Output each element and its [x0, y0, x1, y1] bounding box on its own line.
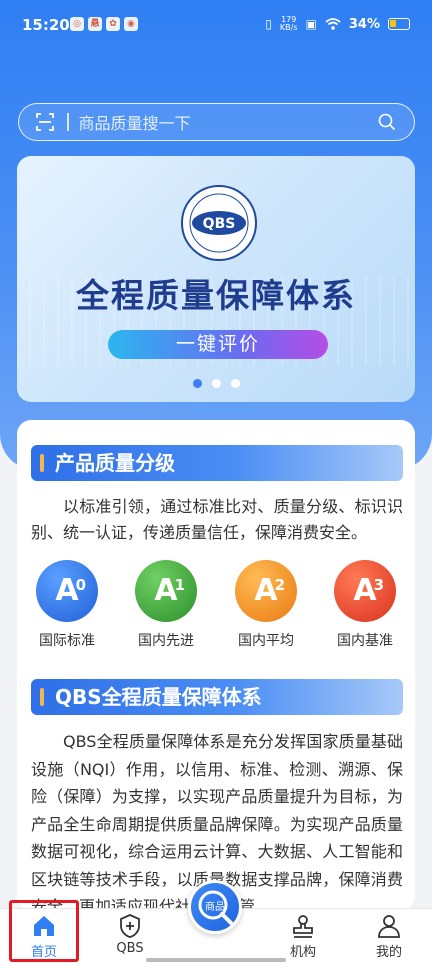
- grade-label: 国内先进: [138, 633, 194, 649]
- nav-institution[interactable]: 机构: [273, 913, 333, 960]
- carousel-dot[interactable]: [192, 379, 202, 388]
- carousel-dots: [17, 379, 415, 388]
- app-notification-icon: ✿: [106, 17, 120, 31]
- home-highlight-outline: [9, 900, 79, 962]
- grade-badge: A0: [36, 560, 98, 622]
- sim-icon: ▣: [305, 17, 317, 31]
- carousel-dot[interactable]: [211, 379, 221, 388]
- status-bar: 15:20 ◎ 悬 ✿ ◉ ▯ 179 KB/s ▣ 34%: [0, 0, 432, 52]
- search-input[interactable]: 商品质量搜一下: [79, 110, 379, 134]
- search-icon[interactable]: [378, 113, 396, 131]
- carousel-dot[interactable]: [230, 379, 240, 388]
- rate-button[interactable]: 一键评价: [108, 330, 328, 359]
- grade-label: 国际标准: [39, 633, 95, 649]
- nav-mine[interactable]: 我的: [359, 913, 419, 960]
- grade-badge: A3: [334, 560, 396, 622]
- section-title-grading: 产品质量分级: [31, 445, 403, 481]
- qbs-logo-text: QBS: [203, 216, 236, 232]
- weibo-icon: ◉: [124, 17, 138, 31]
- grade-list: A0 国际标准 A1 国内先进 A2 国内平均 A3 国内基准: [17, 560, 415, 650]
- content-card: 产品质量分级 以标准引领，通过标准比对、质量分级、标识识别、统一认证，传递质量信…: [17, 420, 415, 910]
- grade-a2[interactable]: A2 国内平均: [226, 560, 306, 650]
- person-icon: [378, 915, 400, 938]
- vibrate-icon: ▯: [265, 17, 272, 31]
- search-divider: [67, 113, 69, 131]
- section-title-qbs: QBS全程质量保障体系: [31, 679, 403, 715]
- search-bar[interactable]: 商品质量搜一下: [18, 103, 415, 141]
- nav-product-search-button[interactable]: 商品: [188, 880, 242, 934]
- grade-label: 国内平均: [238, 633, 294, 649]
- status-time: 15:20: [22, 16, 70, 34]
- gesture-bar: [146, 958, 286, 962]
- grade-a3[interactable]: A3 国内基准: [325, 560, 405, 650]
- notification-icons: ◎ 悬 ✿ ◉: [70, 17, 138, 31]
- app-notification-icon: 悬: [88, 17, 102, 31]
- wifi-icon: [325, 18, 341, 30]
- battery-icon: [388, 18, 410, 30]
- scan-icon[interactable]: [35, 112, 55, 132]
- banner-title: 全程质量保障体系: [76, 276, 356, 315]
- grade-a0[interactable]: A0 国际标准: [27, 560, 107, 650]
- stamp-icon: [293, 915, 313, 938]
- qbs-logo: QBS: [181, 185, 257, 261]
- grade-badge: A2: [235, 560, 297, 622]
- network-speed: 179 KB/s: [279, 15, 298, 32]
- nav-qbs[interactable]: QBS: [100, 913, 160, 956]
- shield-plus-icon: [120, 914, 140, 938]
- battery-percent: 34%: [348, 16, 380, 32]
- grade-label: 国内基准: [337, 633, 393, 649]
- grading-description: 以标准引领，通过标准比对、质量分级、标识识别、统一认证，传递质量信任，保障消费安…: [31, 497, 403, 542]
- grade-a1[interactable]: A1 国内先进: [126, 560, 206, 650]
- app-notification-icon: ◎: [70, 17, 84, 31]
- nav-product-label: 商品: [205, 902, 225, 913]
- promo-banner[interactable]: QBS 全程质量保障体系 一键评价: [17, 156, 415, 402]
- grade-badge: A1: [135, 560, 197, 622]
- status-right: ▯ 179 KB/s ▣ 34%: [265, 16, 410, 32]
